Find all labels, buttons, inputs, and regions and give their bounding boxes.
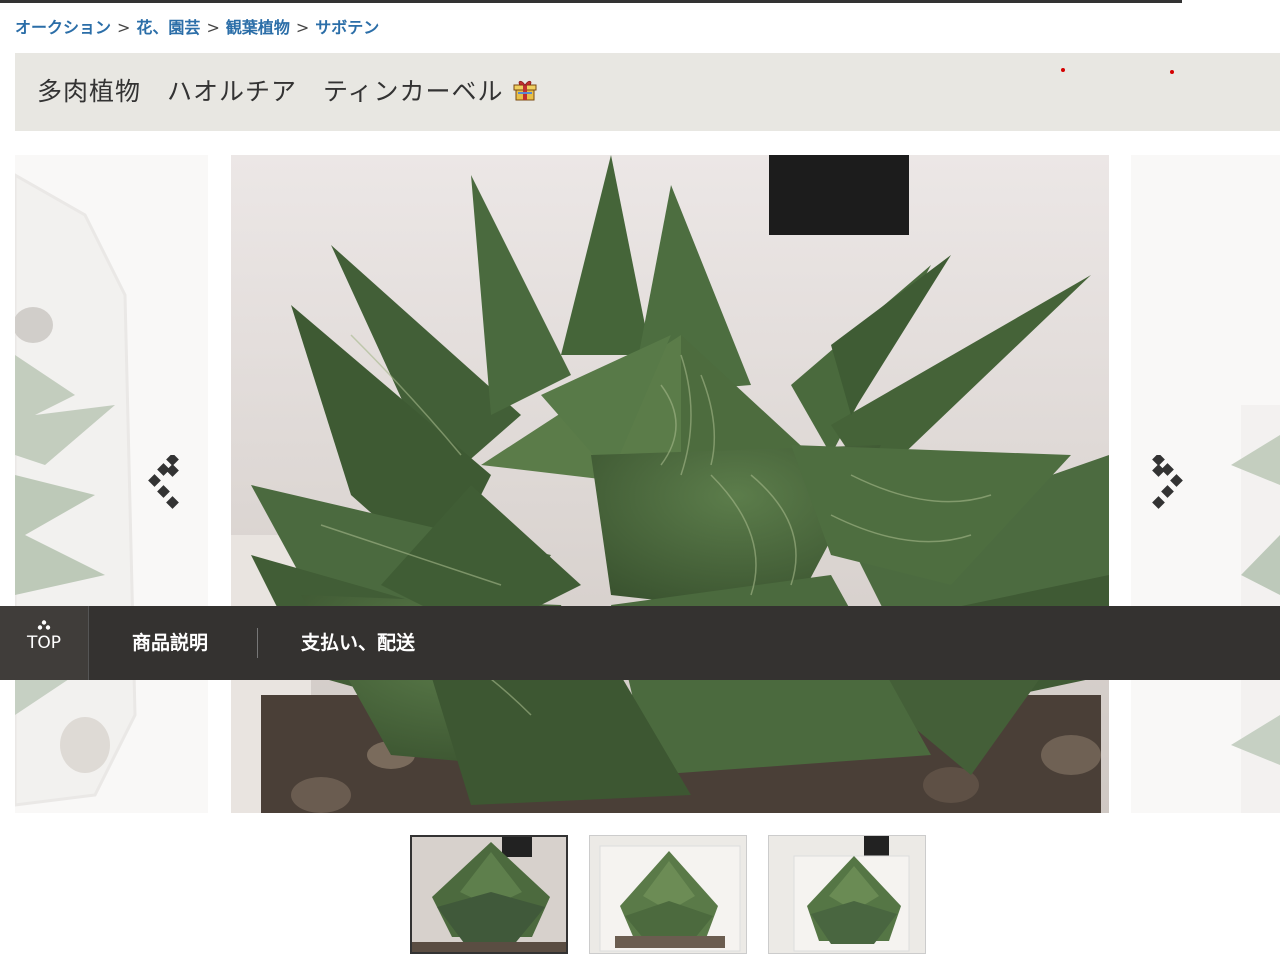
top-border-line <box>0 0 1182 3</box>
nav-payment-shipping[interactable]: 支払い、配送 <box>301 628 415 655</box>
sticky-nav-bar: TOP 商品説明 支払い、配送 <box>0 606 1280 680</box>
marker-dot <box>1170 70 1174 74</box>
nav-product-description[interactable]: 商品説明 <box>132 628 208 655</box>
marker-dot <box>1061 68 1065 72</box>
back-to-top-label: TOP <box>26 633 62 653</box>
thumbnail-1[interactable] <box>410 835 568 954</box>
breadcrumb-separator: > <box>206 18 220 37</box>
breadcrumb-separator: > <box>117 18 131 37</box>
chevron-right-icon[interactable] <box>1152 453 1192 515</box>
breadcrumb-separator: > <box>295 18 310 37</box>
product-title-text: 多肉植物 ハオルチア ティンカーベル <box>37 77 504 106</box>
chevron-left-icon[interactable] <box>148 453 188 515</box>
breadcrumb-cactus[interactable]: サボテン <box>315 18 379 37</box>
product-title: 多肉植物 ハオルチア ティンカーベル <box>37 72 538 108</box>
gift-box-icon <box>512 77 538 103</box>
nav-divider <box>257 628 258 658</box>
breadcrumb: オークション > 花、園芸 > 観葉植物 > サボテン <box>15 14 379 38</box>
thumbnail-2[interactable] <box>589 835 747 954</box>
thumbnail-3[interactable] <box>768 835 926 954</box>
main-product-image[interactable] <box>231 155 1109 813</box>
breadcrumb-auction[interactable]: オークション <box>15 18 111 37</box>
breadcrumb-foliage-plants[interactable]: 観葉植物 <box>226 18 290 37</box>
triangle-up-icon <box>37 620 51 630</box>
product-title-bar: 多肉植物 ハオルチア ティンカーベル <box>15 53 1280 131</box>
breadcrumb-flowers-gardening[interactable]: 花、園芸 <box>136 18 200 37</box>
back-to-top-button[interactable]: TOP <box>0 606 89 680</box>
